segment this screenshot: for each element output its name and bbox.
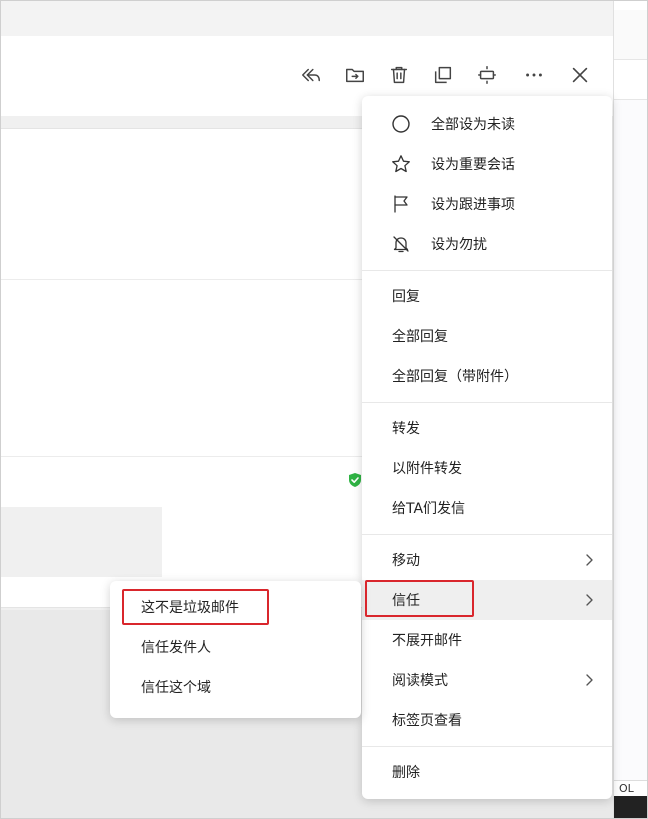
menu-separator [362, 402, 612, 403]
menu-item-mark-follow-up[interactable]: 设为跟进事项 [362, 184, 612, 224]
menu-separator [362, 746, 612, 747]
card-divider [0, 456, 380, 457]
mail-message-card [0, 128, 380, 608]
menu-item-label: 转发 [392, 421, 420, 437]
menu-separator [362, 270, 612, 271]
submenu-item-trust-domain[interactable]: 信任这个域 [110, 667, 361, 707]
submenu-item-trust-sender[interactable]: 信任发件人 [110, 627, 361, 667]
menu-item-forward-as-attachment[interactable]: 以附件转发 [362, 448, 612, 488]
menu-item-label: 标签页查看 [392, 713, 462, 729]
menu-item-reply[interactable]: 回复 [362, 276, 612, 316]
menu-item-label: 设为跟进事项 [431, 197, 515, 213]
move-to-folder-icon[interactable] [342, 62, 368, 88]
menu-item-label: 移动 [392, 553, 420, 569]
right-side-panel: OL [613, 0, 648, 819]
side-taskbar [614, 796, 648, 819]
menu-item-label: 全部回复（带附件） [392, 369, 518, 385]
context-menu: 全部设为未读 设为重要会话 设为跟进事项 设为勿扰 回复 全部回复 全部回复（带… [362, 96, 612, 799]
menu-item-label: 阅读模式 [392, 673, 448, 689]
menu-item-label: 信任 [392, 593, 420, 609]
card-divider [0, 279, 380, 280]
menu-item-do-not-expand[interactable]: 不展开邮件 [362, 620, 612, 660]
menu-item-reply-all[interactable]: 全部回复 [362, 316, 612, 356]
side-partial-label: OL [619, 782, 634, 795]
menu-item-forward[interactable]: 转发 [362, 408, 612, 448]
chevron-right-icon [586, 594, 593, 606]
menu-item-label: 设为重要会话 [431, 157, 515, 173]
submenu-item-not-spam[interactable]: 这不是垃圾邮件 [110, 587, 361, 627]
attachment-placeholder [0, 507, 162, 577]
circle-icon [390, 113, 412, 135]
menu-item-label: 设为勿扰 [431, 237, 487, 253]
menu-item-mark-all-unread[interactable]: 全部设为未读 [362, 104, 612, 144]
menu-item-delete[interactable]: 删除 [362, 752, 612, 792]
expand-icon[interactable] [474, 62, 500, 88]
menu-item-mark-important[interactable]: 设为重要会话 [362, 144, 612, 184]
trash-icon[interactable] [386, 62, 412, 88]
menu-item-label: 全部回复 [392, 329, 448, 345]
menu-item-label: 不展开邮件 [392, 633, 462, 649]
menu-item-label: 信任发件人 [141, 640, 211, 656]
menu-item-reading-mode[interactable]: 阅读模式 [362, 660, 612, 700]
bell-off-icon [390, 233, 412, 255]
menu-item-label: 这不是垃圾邮件 [141, 600, 239, 616]
menu-item-reply-all-with-attachments[interactable]: 全部回复（带附件） [362, 356, 612, 396]
shield-check-icon [349, 473, 361, 487]
menu-item-label: 信任这个域 [141, 680, 211, 696]
menu-item-trust[interactable]: 信任 [362, 580, 612, 620]
menu-item-write-to-them[interactable]: 给TA们发信 [362, 488, 612, 528]
menu-item-move[interactable]: 移动 [362, 540, 612, 580]
side-panel-row [614, 60, 648, 100]
reply-all-icon[interactable] [298, 62, 324, 88]
star-icon [390, 153, 412, 175]
trust-submenu: 这不是垃圾邮件 信任发件人 信任这个域 [110, 581, 361, 718]
menu-item-open-in-tab[interactable]: 标签页查看 [362, 700, 612, 740]
menu-item-label: 以附件转发 [392, 461, 462, 477]
copy-icon[interactable] [430, 62, 456, 88]
menu-item-label: 给TA们发信 [392, 501, 466, 517]
side-panel-body [614, 100, 648, 780]
menu-separator [362, 534, 612, 535]
chevron-right-icon [586, 674, 593, 686]
menu-item-label: 回复 [392, 289, 420, 305]
menu-item-do-not-disturb[interactable]: 设为勿扰 [362, 224, 612, 264]
chevron-right-icon [586, 554, 593, 566]
more-icon[interactable] [521, 62, 547, 88]
close-icon[interactable] [567, 62, 593, 88]
side-panel-header [614, 10, 648, 60]
menu-item-label: 全部设为未读 [431, 117, 515, 133]
menu-item-label: 删除 [392, 765, 420, 781]
top-strip [0, 0, 613, 36]
flag-icon [390, 193, 412, 215]
